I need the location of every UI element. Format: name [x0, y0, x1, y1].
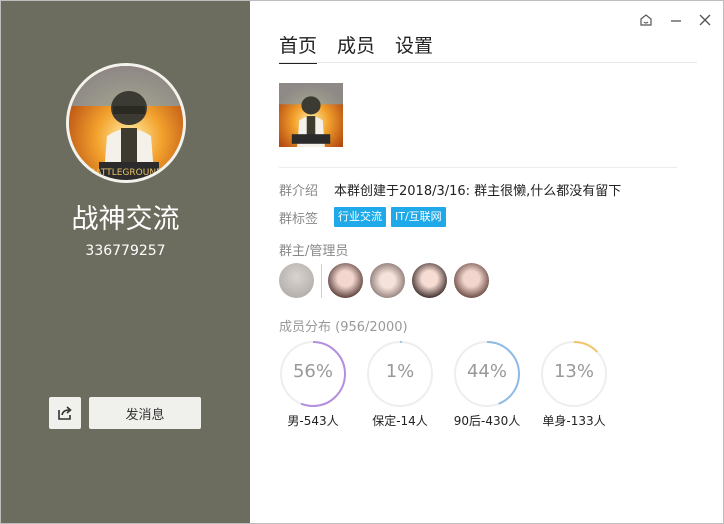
tag-industry[interactable]: 行业交流: [334, 207, 386, 227]
admin-avatar[interactable]: [454, 263, 489, 298]
admin-list: [279, 263, 496, 298]
group-profile-window: BATTLEGROUNDS 战神交流 336779257 发消息 首页 成员 设…: [0, 0, 724, 524]
stat-gender[interactable]: 56% 男-543人: [279, 340, 347, 429]
admin-avatar[interactable]: [328, 263, 363, 298]
stat-caption: 男-543人: [287, 414, 339, 428]
stat-percent: 44%: [466, 361, 507, 382]
stat-age[interactable]: 44% 90后-430人: [453, 340, 521, 429]
minimize-icon: [671, 20, 681, 22]
tab-home[interactable]: 首页: [279, 31, 318, 64]
group-photo-thumbnail[interactable]: [279, 83, 343, 147]
stat-percent: 13%: [553, 361, 594, 382]
intro-text: 本群创建于2018/3/16: 群主很懒,什么都没有留下: [334, 184, 622, 199]
stat-single[interactable]: 13% 单身-133人: [540, 340, 608, 429]
share-button[interactable]: [49, 397, 81, 429]
stat-percent: 56%: [292, 361, 333, 382]
close-icon: [699, 14, 711, 26]
stat-location[interactable]: 1% 保定-14人: [366, 340, 434, 429]
tags-label: 群标签: [279, 212, 319, 227]
intro-label: 群介绍: [279, 184, 319, 199]
distribution-label: 成员分布: [279, 320, 332, 335]
send-message-button[interactable]: 发消息: [89, 397, 201, 429]
admin-avatar[interactable]: [370, 263, 405, 298]
tab-members[interactable]: 成员: [337, 31, 375, 64]
tag-it[interactable]: IT/互联网: [391, 207, 446, 227]
group-photo-image: [279, 83, 343, 147]
tabs-divider: [279, 62, 697, 63]
svg-text:BATTLEGROUNDS: BATTLEGROUNDS: [89, 168, 169, 178]
stat-caption: 单身-133人: [542, 414, 606, 428]
stat-percent: 1%: [385, 361, 415, 382]
group-sidebar: BATTLEGROUNDS 战神交流 336779257 发消息: [1, 1, 250, 523]
member-count: (956/2000): [335, 320, 408, 335]
distribution-title: 成员分布 (956/2000): [279, 316, 408, 335]
group-avatar[interactable]: BATTLEGROUNDS: [66, 63, 186, 183]
owner-separator: [321, 263, 322, 298]
close-button[interactable]: [696, 11, 714, 29]
admin-avatar[interactable]: [412, 263, 447, 298]
group-name: 战神交流: [71, 204, 180, 235]
section-divider: [279, 167, 677, 168]
group-avatar-image: BATTLEGROUNDS: [69, 66, 183, 180]
admins-label: 群主/管理员: [279, 244, 349, 259]
stat-caption: 保定-14人: [372, 414, 428, 428]
stat-caption: 90后-430人: [453, 414, 521, 428]
skin-icon: [640, 14, 652, 26]
tab-settings[interactable]: 设置: [395, 31, 433, 64]
share-icon: [58, 406, 72, 420]
minimize-button[interactable]: [667, 11, 685, 29]
skin-button[interactable]: [637, 11, 655, 29]
owner-avatar[interactable]: [279, 263, 314, 298]
main-tabs: 首页 成员 设置: [279, 31, 453, 64]
tag-list: 行业交流 IT/互联网: [334, 207, 446, 227]
group-number: 336779257: [85, 243, 166, 259]
